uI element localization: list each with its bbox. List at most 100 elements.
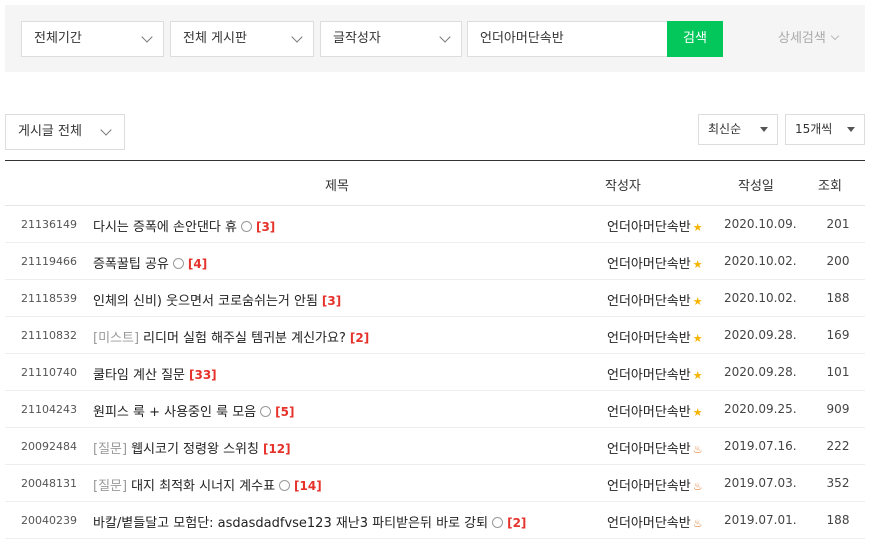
post-title-link[interactable]: 증폭꿀팁 공유 [4] <box>93 253 207 272</box>
table-row[interactable]: 21118539 인체의 신비) 웃으면서 코로숨쉬는거 안됨 [3] 언더아머단속반… <box>5 280 865 317</box>
post-filter-label: 게시글 전체 <box>18 124 82 139</box>
author-link[interactable]: 언더아머단속반 ★ <box>607 290 703 309</box>
comment-count[interactable]: [3] <box>256 220 275 234</box>
post-views: 101 <box>826 365 850 379</box>
table-row[interactable]: 20040239 바칼/볕들달고 모험단: asdasdadfvse123 재난3… <box>5 502 865 539</box>
author-link[interactable]: 언더아머단속반 ♨ <box>607 512 703 531</box>
board-select-label: 전체 게시판 <box>183 31 247 46</box>
search-bar: 전체기간 전체 게시판 글작성자 언더아머단속반 검색 상세검색 <box>5 5 865 72</box>
comment-count[interactable]: [2] <box>350 331 369 345</box>
author-name: 언더아머단속반 <box>607 405 691 420</box>
comment-count[interactable]: [12] <box>263 442 291 456</box>
author-name: 언더아머단속반 <box>607 220 691 235</box>
chevron-down-icon <box>141 31 153 43</box>
post-number: 21136149 <box>21 218 77 231</box>
post-number: 21118539 <box>21 292 77 305</box>
author-link[interactable]: 언더아머단속반 ★ <box>607 253 703 272</box>
post-title-link[interactable]: 인체의 신비) 웃으면서 코로숨쉬는거 안됨 [3] <box>93 290 341 309</box>
author-link[interactable]: 언더아머단속반 ★ <box>607 364 703 383</box>
post-views: 352 <box>826 476 850 490</box>
author-link[interactable]: 언더아머단속반 ★ <box>607 216 703 235</box>
post-title: 리디머 실험 해주실 템귀분 계신가요? <box>143 331 346 346</box>
post-title: 바칼/볕들달고 모험단: asdasdadfvse123 재난3 파티받은뒤 바… <box>93 516 489 531</box>
author-link[interactable]: 언더아머단속반 ★ <box>607 401 703 420</box>
search-input[interactable]: 언더아머단속반 <box>467 21 667 57</box>
post-title: 인체의 신비) 웃으면서 코로숨쉬는거 안됨 <box>93 294 318 309</box>
comment-count[interactable]: [2] <box>507 516 526 530</box>
post-date: 2020.09.28. <box>724 328 797 342</box>
comment-count[interactable]: [14] <box>294 479 322 493</box>
per-page-select[interactable]: 15개씩 <box>785 114 865 145</box>
member-level-icon: ★ <box>692 369 703 382</box>
author-link[interactable]: 언더아머단속반 ♨ <box>607 438 703 457</box>
search-type-label: 글작성자 <box>333 31 381 46</box>
post-title-link[interactable]: 다시는 증폭에 손안댄다 휴 [3] <box>93 216 275 235</box>
post-number: 20040239 <box>21 514 77 527</box>
author-name: 언더아머단속반 <box>607 442 691 457</box>
table-row[interactable]: 20092484 [질문] 웹시코기 정령왕 스위칭 [12] 언더아머단속반 ♨ 2019… <box>5 428 865 465</box>
post-title: 웹시코기 정령왕 스위칭 <box>131 442 259 457</box>
search-type-select[interactable]: 글작성자 <box>320 21 462 57</box>
post-title-link[interactable]: [질문] 웹시코기 정령왕 스위칭 [12] <box>93 438 291 457</box>
comment-count[interactable]: [5] <box>275 405 294 419</box>
post-number: 20048131 <box>21 477 77 490</box>
comment-count[interactable]: [3] <box>322 294 341 308</box>
author-name: 언더아머단속반 <box>607 294 691 309</box>
author-name: 언더아머단속반 <box>607 368 691 383</box>
header-author: 작성자 <box>605 179 641 194</box>
post-title-link[interactable]: 쿨타임 계산 질문 [33] <box>93 364 217 383</box>
chevron-down-icon <box>830 31 840 41</box>
chevron-down-icon <box>291 31 303 43</box>
post-title-link[interactable]: 원피스 룩 + 사용중인 룩 모음 [5] <box>93 401 294 420</box>
member-level-icon: ★ <box>692 258 703 271</box>
post-title-link[interactable]: [질문] 대지 최적화 시너지 계수표 [14] <box>93 475 322 494</box>
post-number: 21104243 <box>21 403 77 416</box>
post-table: 제목 작성자 작성일 조회 21136149 다시는 증폭에 손안댄다 휴 [3] 언… <box>5 160 865 539</box>
detail-search-toggle[interactable]: 상세검색 <box>778 27 840 46</box>
post-number: 21110740 <box>21 366 77 379</box>
period-select[interactable]: 전체기간 <box>21 21 164 57</box>
author-link[interactable]: 언더아머단속반 ★ <box>607 327 703 346</box>
sort-select[interactable]: 최신순 <box>698 114 778 145</box>
author-name: 언더아머단속반 <box>607 257 691 272</box>
chevron-down-icon <box>439 31 451 43</box>
post-date: 2020.10.02. <box>724 254 797 268</box>
post-title-link[interactable]: [미스트] 리디머 실험 해주실 템귀분 계신가요? [2] <box>93 327 369 346</box>
post-views: 200 <box>826 254 850 268</box>
image-icon <box>260 406 272 417</box>
member-level-icon: ♨ <box>692 480 703 493</box>
post-date: 2019.07.16. <box>724 439 797 453</box>
caret-down-icon <box>760 127 768 132</box>
chevron-down-icon <box>100 124 112 136</box>
post-number: 20092484 <box>21 440 77 453</box>
table-row[interactable]: 21104243 원피스 룩 + 사용중인 룩 모음 [5] 언더아머단속반 ★ 2020… <box>5 391 865 428</box>
post-views: 909 <box>826 402 850 416</box>
author-name: 언더아머단속반 <box>607 479 691 494</box>
comment-count[interactable]: [33] <box>189 368 217 382</box>
post-views: 188 <box>826 513 850 527</box>
post-title: 다시는 증폭에 손안댄다 휴 <box>93 220 237 235</box>
member-level-icon: ★ <box>692 406 703 419</box>
post-category: [미스트] <box>93 331 140 346</box>
post-views: 201 <box>826 217 850 231</box>
table-row[interactable]: 21110832 [미스트] 리디머 실험 해주실 템귀분 계신가요? [2] 언더아머… <box>5 317 865 354</box>
search-button[interactable]: 검색 <box>667 21 723 57</box>
post-views: 169 <box>826 328 850 342</box>
post-category: [질문] <box>93 442 128 457</box>
comment-count[interactable]: [4] <box>188 257 207 271</box>
table-row[interactable]: 21110740 쿨타임 계산 질문 [33] 언더아머단속반 ★ 2020.09.28.… <box>5 354 865 391</box>
header-views: 조회 <box>818 179 842 194</box>
table-row[interactable]: 21136149 다시는 증폭에 손안댄다 휴 [3] 언더아머단속반 ★ 2020.10… <box>5 206 865 243</box>
post-date: 2019.07.03. <box>724 476 797 490</box>
post-title-link[interactable]: 바칼/볕들달고 모험단: asdasdadfvse123 재난3 파티받은뒤 바… <box>93 512 526 531</box>
table-row[interactable]: 20048131 [질문] 대지 최적화 시너지 계수표 [14] 언더아머단속반 ♨ 20… <box>5 465 865 502</box>
post-views: 188 <box>826 291 850 305</box>
board-select[interactable]: 전체 게시판 <box>170 21 314 57</box>
post-filter-select[interactable]: 게시글 전체 <box>5 114 125 150</box>
author-link[interactable]: 언더아머단속반 ♨ <box>607 475 703 494</box>
member-level-icon: ♨ <box>692 443 703 456</box>
post-views: 222 <box>826 439 850 453</box>
table-row[interactable]: 21119466 증폭꿀팁 공유 [4] 언더아머단속반 ★ 2020.10.02. 200 <box>5 243 865 280</box>
period-select-label: 전체기간 <box>34 31 82 46</box>
post-date: 2020.09.28. <box>724 365 797 379</box>
